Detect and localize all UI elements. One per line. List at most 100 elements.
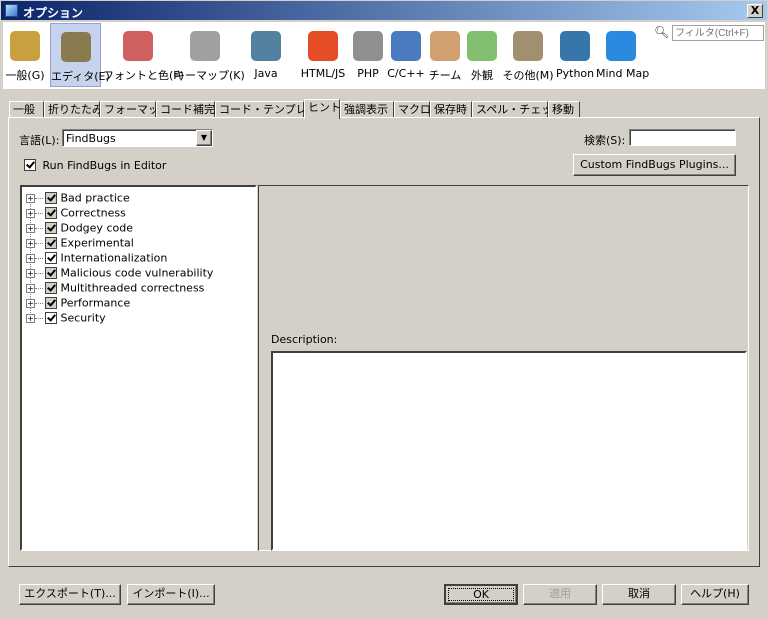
toolbar-item-0[interactable]: 一般(G) [3, 23, 47, 87]
expand-icon[interactable]: + [26, 298, 35, 308]
run-in-editor-checkbox[interactable]: Run FindBugs in Editor [24, 158, 166, 172]
checkbox-icon[interactable] [45, 237, 57, 249]
tree-item[interactable]: + Multithreaded correctness [26, 280, 204, 295]
expand-icon[interactable]: + [26, 223, 35, 233]
misc-gear-folder-icon [513, 31, 543, 61]
toolbar-item-7[interactable]: C/C++ [386, 23, 426, 87]
tab-2[interactable]: フォーマット [100, 101, 170, 118]
toolbar-item-label: チーム [428, 69, 462, 82]
tree-connector [35, 242, 43, 244]
cancel-button[interactable]: 取消 [602, 584, 676, 605]
toolbar-item-label: HTML/JS [300, 67, 346, 80]
tab-7[interactable]: マクロ [394, 101, 431, 118]
expand-icon[interactable]: + [26, 283, 35, 293]
keymap-keyboard-icon [190, 31, 220, 61]
expand-icon[interactable]: + [26, 253, 35, 263]
checkbox-icon[interactable] [24, 159, 36, 171]
toolbar-item-label: その他(M) [502, 69, 554, 82]
tab-1[interactable]: 折りたたみ [44, 101, 103, 118]
python-icon [560, 31, 590, 61]
tree-item[interactable]: + Experimental [26, 235, 134, 250]
export-button[interactable]: エクスポート(T)... [19, 584, 121, 605]
checkbox-icon[interactable] [45, 282, 57, 294]
toolbar-item-6[interactable]: PHP [352, 23, 384, 87]
expand-icon[interactable]: + [26, 193, 35, 203]
tab-4[interactable]: コード・テンプレート [215, 101, 329, 118]
tree-connector [35, 227, 43, 229]
toolbar-item-3[interactable]: キーマップ(K) [174, 23, 245, 87]
tree-item[interactable]: + Correctness [26, 205, 126, 220]
tab-9[interactable]: スペル・チェッカ [472, 101, 563, 118]
tab-8[interactable]: 保存時 [430, 101, 472, 118]
custom-plugins-button[interactable]: Custom FindBugs Plugins... [573, 154, 736, 176]
tree-connector [35, 287, 43, 289]
language-select[interactable]: FindBugs ▼ [62, 129, 213, 147]
team-cubes-icon [430, 31, 460, 61]
toolbar-item-2[interactable]: フォントと色(F) [103, 23, 184, 87]
toolbar-item-label: Python [556, 67, 595, 80]
toolbar-item-label: C/C++ [387, 67, 425, 80]
close-button[interactable]: X [747, 4, 763, 18]
mindmap-icon [606, 31, 636, 61]
checkbox-icon[interactable] [45, 252, 57, 264]
expand-icon[interactable]: + [26, 313, 35, 323]
checkbox-icon[interactable] [45, 297, 57, 309]
tree-item[interactable]: + Dodgey code [26, 220, 133, 235]
tree-item-label: Security [60, 311, 106, 325]
hints-tree[interactable]: + Bad practice + Correctness + Dodgey code… [20, 185, 257, 551]
ok-button[interactable]: OK [444, 584, 518, 605]
toolbar-item-label: キーマップ(K) [174, 69, 245, 82]
toolbar-item-1[interactable]: エディタ(E) [50, 23, 110, 87]
toolbar-item-10[interactable]: その他(M) [502, 23, 554, 87]
toolbar-item-8[interactable]: チーム [428, 23, 462, 87]
checkbox-icon[interactable] [45, 222, 57, 234]
search-input[interactable] [629, 129, 736, 146]
tree-connector [35, 272, 43, 274]
tree-item[interactable]: + Security [26, 310, 106, 325]
checkbox-icon[interactable] [45, 312, 57, 324]
tree-item[interactable]: + Bad practice [26, 190, 130, 205]
tree-connector [35, 257, 43, 259]
toolbar-item-5[interactable]: HTML/JS [295, 23, 351, 87]
general-wrench-gear-icon [10, 31, 40, 61]
toolbar-item-label: エディタ(E) [51, 70, 110, 83]
description-area[interactable] [271, 351, 747, 551]
tree-connector [35, 317, 43, 319]
tab-10[interactable]: 移動 [548, 101, 580, 118]
help-button[interactable]: ヘルプ(H) [681, 584, 749, 605]
expand-icon[interactable]: + [26, 238, 35, 248]
filter-input[interactable] [672, 25, 764, 41]
checkbox-icon[interactable] [45, 192, 57, 204]
tree-item-label: Experimental [60, 236, 134, 250]
toolbar-item-9[interactable]: 外観 [464, 23, 500, 87]
toolbar-item-12[interactable]: Mind Map [596, 23, 650, 87]
tree-connector [35, 197, 43, 199]
tab-0[interactable]: 一般 [9, 101, 44, 118]
tab-5[interactable]: ヒント [304, 99, 341, 119]
tab-3[interactable]: コード補完 [156, 101, 215, 118]
tree-connector [35, 212, 43, 214]
tree-item[interactable]: + Malicious code vulnerability [26, 265, 213, 280]
language-label: 言語(L): [19, 134, 60, 147]
toolbar-item-4[interactable]: Java [242, 23, 290, 87]
tree-item[interactable]: + Performance [26, 295, 130, 310]
chevron-down-icon[interactable]: ▼ [196, 130, 212, 146]
fonts-colors-icon [123, 31, 153, 61]
tab-6[interactable]: 強調表示 [340, 101, 394, 118]
expand-icon[interactable]: + [26, 208, 35, 218]
expand-icon[interactable]: + [26, 268, 35, 278]
appearance-layout-icon [467, 31, 497, 61]
toolbar-item-label: Mind Map [596, 67, 650, 80]
import-button[interactable]: インポート(I)... [127, 584, 215, 605]
tree-item[interactable]: + Internationalization [26, 250, 167, 265]
tree-item-label: Dodgey code [60, 221, 133, 235]
apply-button[interactable]: 適用 [523, 584, 597, 605]
toolbar-item-label: フォントと色(F) [103, 69, 184, 82]
tree-connector [35, 302, 43, 304]
java-icon [251, 31, 281, 61]
toolbar-item-label: Java [254, 67, 278, 80]
checkbox-icon[interactable] [45, 267, 57, 279]
toolbar-item-11[interactable]: Python [556, 23, 594, 87]
description-label: Description: [271, 333, 338, 346]
checkbox-icon[interactable] [45, 207, 57, 219]
